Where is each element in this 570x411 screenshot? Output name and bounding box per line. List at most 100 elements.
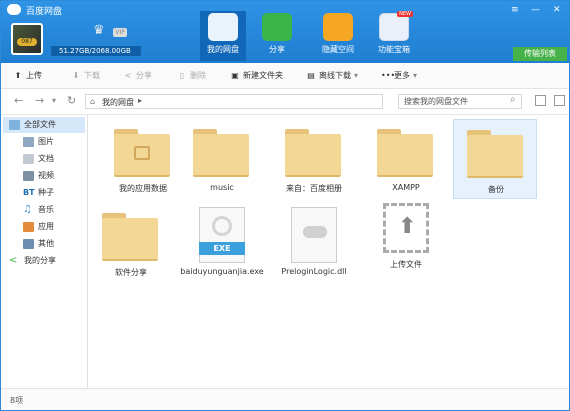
sidebar-item-label: 种子	[38, 188, 54, 197]
new-folder-label: 新建文件夹	[243, 71, 283, 80]
cloud-logo-icon	[7, 4, 21, 15]
file-item[interactable]: PreloginLogic.dll	[272, 203, 356, 283]
other-icon	[23, 238, 34, 249]
tab-my-disk-label: 我的网盘	[207, 45, 239, 54]
storage-usage: 51.27GB/2068.00GB	[51, 46, 141, 56]
file-name: 上传文件	[390, 260, 422, 269]
cloud-file-icon	[291, 207, 337, 263]
forward-icon[interactable]: →	[35, 94, 44, 107]
upload-button[interactable]: ⬆ 上传	[13, 69, 42, 83]
sidebar-item-label: 我的分享	[24, 256, 56, 265]
header: 百度网盘 087 ♛ VIP 51.27GB/2068.00GB 我的网盘 分享…	[1, 1, 569, 63]
app-title: 百度网盘	[26, 7, 63, 17]
file-name: 软件分享	[115, 268, 147, 277]
status-bar: 8项	[1, 388, 569, 410]
music-icon: ♫	[23, 204, 34, 215]
sidebar-item-videos[interactable]: 视频	[23, 168, 54, 184]
chevron-right-icon: ▸	[138, 96, 143, 105]
sidebar-item-label: 图片	[38, 137, 54, 146]
menu-icon[interactable]: ≡	[511, 5, 519, 15]
search-icon[interactable]: ⌕	[510, 94, 516, 105]
new-badge: NEW	[397, 11, 413, 17]
folder-icon	[467, 130, 523, 178]
more-button[interactable]: •••更多 ▾	[381, 69, 417, 83]
breadcrumb[interactable]: ⌂ 我的网盘 ▸	[85, 94, 383, 109]
lock-icon	[323, 13, 353, 41]
download-button[interactable]: ⬇ 下载	[71, 69, 100, 83]
transfer-list-button[interactable]: 传输列表	[513, 47, 567, 61]
toolbox-icon	[379, 13, 409, 41]
share-small-icon: <	[124, 71, 132, 80]
share-icon: <	[9, 255, 20, 266]
sidebar-item-label: 视频	[38, 171, 54, 180]
sidebar-item-images[interactable]: 图片	[23, 134, 54, 150]
refresh-icon[interactable]: ↻	[67, 94, 76, 107]
share-label: 分享	[136, 71, 152, 80]
folder-item[interactable]: 备份	[453, 119, 537, 199]
vip-badge[interactable]: VIP	[113, 28, 127, 37]
folder-icon	[193, 129, 249, 177]
sidebar-item-apps[interactable]: 应用	[23, 219, 54, 235]
close-icon[interactable]: ✕	[553, 5, 561, 15]
folder-icon	[102, 213, 158, 261]
tab-share-label: 分享	[269, 45, 285, 54]
app-icon	[23, 221, 34, 232]
bt-icon: BT	[23, 187, 35, 198]
address-bar: ← → ▾ ↻ ⌂ 我的网盘 ▸ 搜索我的网盘文件 ⌕	[1, 89, 569, 115]
breadcrumb-my-disk[interactable]: 我的网盘	[102, 97, 134, 108]
sidebar-item-other[interactable]: 其他	[23, 236, 54, 252]
tab-toolbox-label: 功能宝箱	[378, 45, 410, 54]
toolbar: ⬆ 上传 ⬇ 下载 < 分享 ▯ 删除 ▣ 新建文件夹 ▤ 离线下载 ▾ •••更多 ▾	[1, 63, 569, 89]
grid-view-icon[interactable]	[554, 95, 565, 106]
app-folder-icon	[114, 129, 170, 177]
folder-item[interactable]: music	[180, 119, 264, 199]
download-icon: ⬇	[72, 71, 80, 80]
file-name: 来自：百度相册	[286, 184, 342, 193]
sidebar-item-torrents[interactable]: BT 种子	[23, 185, 54, 201]
more-dots-icon: •••	[381, 71, 396, 80]
exe-file-icon: EXE	[199, 207, 245, 263]
home-icon: ⌂	[90, 97, 96, 106]
tab-hidden-space-label: 隐藏空间	[322, 45, 354, 54]
new-folder-button[interactable]: ▣ 新建文件夹	[230, 69, 283, 83]
app-window: 百度网盘 087 ♛ VIP 51.27GB/2068.00GB 我的网盘 分享…	[0, 0, 570, 411]
sidebar-item-documents[interactable]: 文档	[23, 151, 54, 167]
upload-arrow-icon: ⬆	[383, 203, 429, 253]
folder-item[interactable]: XAMPP	[364, 119, 448, 199]
file-name: 我的应用数据	[119, 184, 167, 193]
all-files-icon	[9, 119, 20, 130]
list-view-icon[interactable]	[535, 95, 546, 106]
delete-button[interactable]: ▯ 删除	[177, 69, 206, 83]
tab-share[interactable]: 分享	[254, 11, 300, 61]
image-icon	[23, 136, 34, 147]
video-icon	[23, 170, 34, 181]
sidebar: 全部文件 图片 文档 视频 BT 种子 ♫ 音乐 应用 其他 < 我的分享	[1, 115, 88, 388]
tab-my-disk[interactable]: 我的网盘	[200, 11, 246, 61]
file-item[interactable]: EXE baiduyunguanjia.exe	[180, 203, 264, 283]
sidebar-item-label: 其他	[38, 239, 54, 248]
sidebar-item-all-files[interactable]: 全部文件	[3, 117, 85, 133]
upload-label: 上传	[26, 71, 42, 80]
minimize-icon[interactable]: —	[531, 5, 540, 15]
tab-toolbox[interactable]: 功能宝箱 NEW	[371, 11, 417, 61]
offline-download-button[interactable]: ▤ 离线下载 ▾	[306, 69, 358, 83]
back-icon[interactable]: ←	[14, 94, 23, 107]
avatar[interactable]: 087	[11, 23, 43, 55]
sidebar-item-label: 应用	[38, 222, 54, 231]
sidebar-item-music[interactable]: ♫ 音乐	[23, 202, 54, 218]
file-name: baiduyunguanjia.exe	[180, 267, 264, 276]
folder-item[interactable]: 来自：百度相册	[272, 119, 356, 199]
cloud-drive-icon	[208, 13, 238, 41]
folder-item[interactable]: 我的应用数据	[101, 119, 185, 199]
folder-item[interactable]: 软件分享	[89, 203, 173, 283]
chevron-down-icon: ▾	[413, 71, 418, 80]
folder-icon	[377, 129, 433, 177]
history-dropdown-icon[interactable]: ▾	[52, 96, 56, 105]
trash-icon: ▯	[179, 71, 185, 80]
sidebar-item-my-share[interactable]: < 我的分享	[9, 253, 56, 269]
tab-hidden-space[interactable]: 隐藏空间	[315, 11, 361, 61]
upload-file-item[interactable]: ⬆ 上传文件	[364, 199, 448, 279]
share-button[interactable]: < 分享	[123, 69, 152, 83]
folder-icon	[285, 129, 341, 177]
search-input[interactable]: 搜索我的网盘文件	[398, 94, 522, 109]
